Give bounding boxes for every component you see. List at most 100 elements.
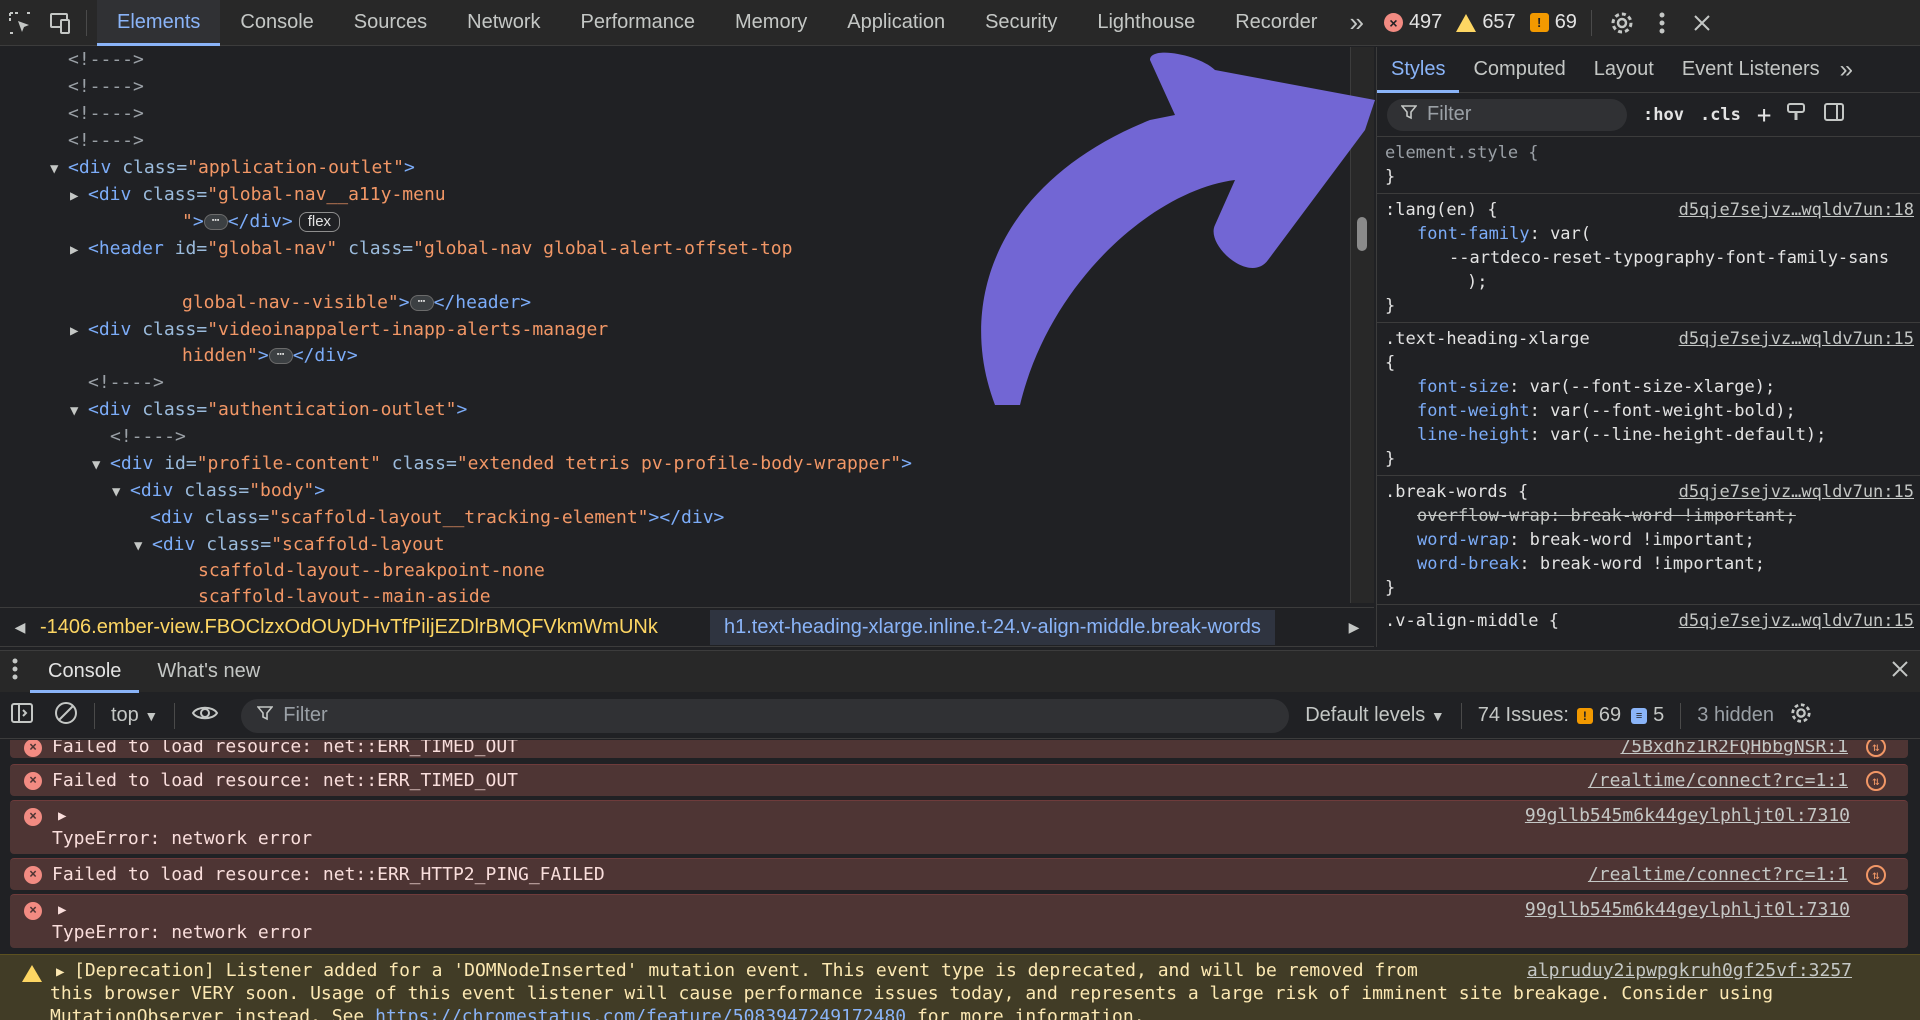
collapsed-triangle-icon[interactable]: ▶	[70, 237, 88, 263]
context-selector[interactable]: top ▼	[111, 704, 158, 727]
breadcrumb-scroll-right-icon[interactable]: ▶	[1334, 619, 1374, 636]
breadcrumb-scroll-left-icon[interactable]: ◀	[0, 619, 40, 636]
dom-node-continuation[interactable]: global-nav--visible"> ⋯ </header>	[182, 290, 531, 316]
style-rule-text-heading-xlarge[interactable]: .text-heading-xlarge d5qje7sejvz…wqldv7u…	[1377, 323, 1920, 476]
inspect-element-icon[interactable]	[0, 0, 40, 46]
warning-counter[interactable]: 657	[1456, 11, 1516, 34]
toggle-sidebar-icon[interactable]	[1823, 101, 1845, 129]
css-property[interactable]: font-size: var(--font-size-xlarge);	[1385, 375, 1912, 399]
dom-node-continuation[interactable]: "> ⋯ </div> flex	[182, 209, 341, 235]
tab-recorder[interactable]: Recorder	[1215, 0, 1337, 46]
kebab-menu-icon[interactable]	[1642, 0, 1682, 46]
dom-comment[interactable]: <!---->	[68, 101, 144, 127]
drawer-tab-console[interactable]: Console	[30, 651, 140, 693]
tab-console[interactable]: Console	[220, 0, 333, 46]
css-property[interactable]: word-break: break-word !important;	[1385, 552, 1912, 576]
tab-lighthouse[interactable]: Lighthouse	[1077, 0, 1215, 46]
style-rule-element-style[interactable]: element.style { }	[1377, 137, 1920, 194]
dom-node-global-nav-a11y-menu[interactable]: ▶ <div class="global-nav__a11y-menu	[70, 182, 446, 208]
dom-node-tracking-element[interactable]: <div class="scaffold-layout__tracking-el…	[150, 505, 724, 531]
tab-security[interactable]: Security	[965, 0, 1077, 46]
more-tabs-icon[interactable]: »	[1337, 0, 1375, 46]
issues-counter[interactable]: ! 69	[1529, 11, 1577, 34]
expanded-triangle-icon[interactable]: ▼	[50, 156, 68, 182]
dom-node-inapp-alerts[interactable]: ▶ <div class="videoinappalert-inapp-alert…	[70, 317, 608, 343]
style-rule-break-words[interactable]: .break-words { d5qje7sejvz…wqldv7un:15 o…	[1377, 476, 1920, 605]
paint-brush-icon[interactable]	[1785, 101, 1807, 129]
collapsed-triangle-icon[interactable]: ▶	[70, 318, 88, 344]
collapsed-content-icon[interactable]: ⋯	[409, 295, 434, 311]
style-rule-lang[interactable]: :lang(en) { d5qje7sejvz…wqldv7un:18 font…	[1377, 194, 1920, 323]
scrollbar-thumb[interactable]	[1357, 217, 1367, 251]
rule-source-link[interactable]: d5qje7sejvz…wqldv7un:15	[1679, 327, 1914, 351]
dom-comment[interactable]: <!---->	[68, 128, 144, 154]
tab-sources[interactable]: Sources	[334, 0, 447, 46]
elements-dom-tree[interactable]: <!----> <!----> <!----> <!----> ▼ <div cl…	[0, 47, 1350, 603]
expanded-triangle-icon[interactable]: ▼	[70, 398, 88, 424]
network-request-icon[interactable]: ⇅	[1866, 740, 1886, 757]
tab-styles[interactable]: Styles	[1377, 47, 1460, 93]
source-link[interactable]: 99gllb545m6k44geylphljt0l:7310	[1525, 899, 1850, 921]
issue-counters[interactable]: × 497 657 ! 69	[1383, 11, 1591, 34]
tab-computed[interactable]: Computed	[1459, 47, 1579, 93]
css-property[interactable]: font-weight: var(--font-weight-bold);	[1385, 399, 1912, 423]
rule-source-link[interactable]: d5qje7sejvz…wqldv7un:15	[1679, 609, 1914, 633]
dom-node-continuation[interactable]: scaffold-layout--main-aside	[198, 584, 491, 603]
console-error-message[interactable]: × Failed to load resource: net::ERR_HTTP…	[10, 858, 1908, 890]
source-link[interactable]: /5Bxdhz1R2FQHbbgNSR:1	[1620, 740, 1848, 758]
dom-node-continuation[interactable]: hidden"> ⋯ </div>	[182, 343, 358, 369]
close-drawer-icon[interactable]	[1880, 660, 1920, 684]
expand-triangle-icon[interactable]: ▶	[56, 961, 64, 983]
dom-node-authentication-outlet[interactable]: ▼ <div class="authentication-outlet">	[70, 397, 467, 423]
dom-node-profile-content[interactable]: ▼ <div id="profile-content" class="extend…	[92, 451, 912, 477]
style-rule-v-align-middle[interactable]: .v-align-middle { d5qje7sejvz…wqldv7un:1…	[1377, 605, 1920, 637]
collapsed-content-icon[interactable]: ⋯	[268, 348, 293, 364]
expand-triangle-icon[interactable]: ▶	[58, 805, 66, 827]
console-error-message[interactable]: × Failed to load resource: net::ERR_TIME…	[10, 764, 1908, 796]
console-error-message[interactable]: × ▶ 99gllb545m6k44geylphljt0l:7310 TypeE…	[10, 800, 1908, 854]
hover-state-toggle[interactable]: :hov	[1643, 105, 1684, 125]
tab-network[interactable]: Network	[447, 0, 560, 46]
dom-node-continuation[interactable]: scaffold-layout--breakpoint-none	[198, 558, 545, 584]
tab-memory[interactable]: Memory	[715, 0, 827, 46]
dom-node-body[interactable]: ▼ <div class="body">	[112, 478, 325, 504]
device-toolbar-icon[interactable]	[40, 0, 80, 46]
expanded-triangle-icon[interactable]: ▼	[112, 479, 130, 505]
dom-node-scaffold-layout[interactable]: ▼ <div class="scaffold-layout	[134, 532, 445, 558]
error-counter[interactable]: × 497	[1383, 11, 1442, 34]
issues-button[interactable]: 74 Issues: ! 69 ≡ 5	[1478, 704, 1665, 727]
more-tabs-icon[interactable]: »	[1834, 47, 1859, 93]
live-expression-eye-icon[interactable]	[191, 703, 219, 729]
dom-comment[interactable]: <!---->	[88, 370, 164, 396]
breadcrumb-item-selected[interactable]: h1.text-heading-xlarge.inline.t-24.v-ali…	[710, 609, 1275, 645]
dom-comment[interactable]: <!---->	[68, 47, 144, 73]
drawer-tab-whats-new[interactable]: What's new	[139, 651, 278, 693]
clear-console-icon[interactable]	[54, 701, 78, 731]
dom-comment[interactable]: <!---->	[68, 74, 144, 100]
collapsed-triangle-icon[interactable]: ▶	[70, 183, 88, 209]
network-request-icon[interactable]: ⇅	[1866, 771, 1886, 791]
breadcrumb-item[interactable]: -1406.ember-view.FBOClzxOdOUyDHvTfPiljEZ…	[40, 616, 710, 639]
console-filter-input[interactable]: Filter	[241, 698, 1290, 733]
dom-node-application-outlet[interactable]: ▼ <div class="application-outlet">	[50, 155, 415, 181]
rule-source-link[interactable]: d5qje7sejvz…wqldv7un:18	[1679, 198, 1914, 222]
class-toggle[interactable]: .cls	[1700, 105, 1741, 125]
console-error-message[interactable]: × ▶ 99gllb545m6k44geylphljt0l:7310 TypeE…	[10, 894, 1908, 948]
css-property[interactable]: line-height: var(--line-height-default);	[1385, 423, 1912, 447]
styles-filter-input[interactable]: Filter	[1387, 98, 1627, 131]
expand-triangle-icon[interactable]: ▶	[58, 899, 66, 921]
elements-scrollbar[interactable]	[1350, 47, 1374, 603]
tab-application[interactable]: Application	[827, 0, 965, 46]
network-request-icon[interactable]: ⇅	[1866, 865, 1886, 885]
tab-elements[interactable]: Elements	[97, 0, 221, 46]
tab-performance[interactable]: Performance	[561, 0, 716, 46]
console-warning-message[interactable]: ▶ [Deprecation] Listener added for a 'DO…	[0, 954, 1920, 1020]
console-sidebar-icon[interactable]	[10, 701, 34, 731]
collapsed-content-icon[interactable]: ⋯	[203, 214, 228, 230]
settings-gear-icon[interactable]	[1602, 0, 1642, 46]
console-settings-gear-icon[interactable]	[1790, 702, 1812, 730]
new-rule-plus-icon[interactable]: +	[1757, 101, 1771, 129]
source-link[interactable]: /realtime/connect?rc=1:1	[1588, 864, 1848, 886]
css-property-overridden[interactable]: overflow-wrap: break-word !important;	[1385, 504, 1912, 528]
tab-event-listeners[interactable]: Event Listeners	[1668, 47, 1834, 93]
